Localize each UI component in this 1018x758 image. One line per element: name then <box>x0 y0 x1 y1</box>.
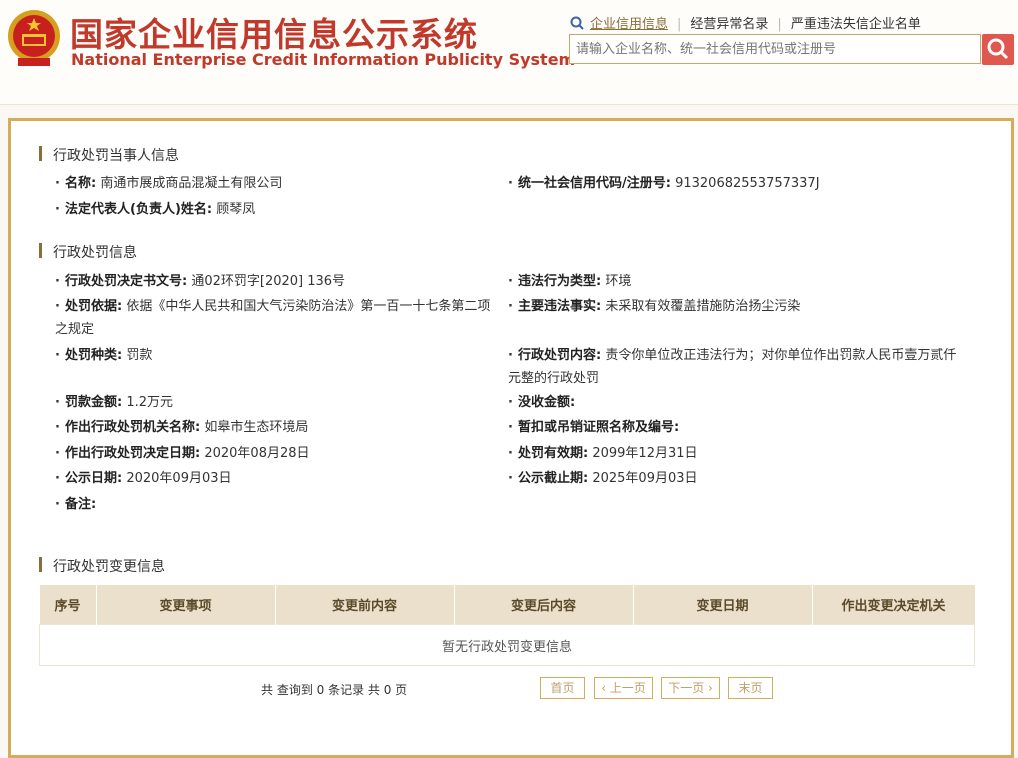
pager-prev-button[interactable]: ‹ 上一页 <box>594 677 653 699</box>
field-value: 2020年09月03日 <box>126 471 232 486</box>
field-remark: · 备注: <box>55 497 97 512</box>
nav-blacklist[interactable]: 严重违法失信企业名单 <box>791 13 921 32</box>
field-value: 2020年08月28日 <box>204 446 310 461</box>
field-label: 主要违法事实: <box>518 299 602 314</box>
field-label: 作出行政处罚机关名称: <box>65 420 201 435</box>
nav-abnormal-list[interactable]: 经营异常名录 <box>690 13 768 32</box>
field-value: 顾琴凤 <box>216 202 256 217</box>
field-value: 未采取有效覆盖措施防治扬尘污染 <box>605 299 801 314</box>
empty-message: 暂无行政处罚变更信息 <box>39 624 975 666</box>
col-header: 作出变更决定机关 <box>812 585 975 625</box>
search-icon <box>570 16 584 30</box>
col-header: 变更事项 <box>96 585 276 625</box>
field-value: 南通市展成商品混凝土有限公司 <box>100 176 283 191</box>
field-publish-date: · 公示日期: 2020年09月03日 <box>55 471 232 486</box>
field-value: 2099年12月31日 <box>592 446 698 461</box>
field-label: 名称: <box>65 176 97 191</box>
field-value: 罚款 <box>126 348 153 363</box>
field-credit-code: · 统一社会信用代码/注册号: 91320682553757337J <box>508 176 820 191</box>
field-label: 备注: <box>65 497 97 512</box>
field-value: 2025年09月03日 <box>592 471 698 486</box>
field-value: 通02环罚字[2020] 136号 <box>191 274 346 289</box>
search-button[interactable] <box>982 34 1014 65</box>
field-label: 处罚种类: <box>65 348 123 363</box>
top-nav: 企业信用信息 | 经营异常名录 | 严重违法失信企业名单 <box>570 13 921 32</box>
col-header: 变更后内容 <box>454 585 634 625</box>
nav-divider: | <box>777 17 782 32</box>
field-decision-no: · 行政处罚决定书文号: 通02环罚字[2020] 136号 <box>55 274 346 289</box>
field-value: 如皋市生态环境局 <box>204 420 309 435</box>
field-publish-end: · 公示截止期: 2025年09月03日 <box>508 471 698 486</box>
field-main-facts: · 主要违法事实: 未采取有效覆盖措施防治扬尘污染 <box>508 299 801 314</box>
field-penalty-content: · 行政处罚内容: 责令你单位改正违法行为；对你单位作出罚款人民币壹万贰仟元整的行… <box>508 348 957 386</box>
field-decision-date: · 作出行政处罚决定日期: 2020年08月28日 <box>55 446 310 461</box>
table-row: 暂无行政处罚变更信息 <box>39 624 975 666</box>
field-fine-amount: · 罚款金额: 1.2万元 <box>55 395 174 410</box>
site-title: 国家企业信用信息公示系统 <box>70 15 478 54</box>
col-header: 变更前内容 <box>275 585 455 625</box>
field-label: 法定代表人(负责人)姓名: <box>65 202 213 217</box>
field-label: 处罚依据: <box>65 299 123 314</box>
field-label: 没收金额: <box>518 395 576 410</box>
national-emblem-icon <box>8 10 60 66</box>
search-input[interactable] <box>570 35 982 63</box>
section-title-penalty: 行政处罚信息 <box>39 242 137 262</box>
field-value: 环境 <box>605 274 632 289</box>
field-violation-type: · 违法行为类型: 环境 <box>508 274 632 289</box>
record-summary: 共 查询到 0 条记录 共 0 页 <box>261 683 408 697</box>
pager-first-button[interactable]: 首页 <box>540 677 585 699</box>
search-box <box>569 34 982 64</box>
field-label: 统一社会信用代码/注册号: <box>518 176 671 191</box>
field-penalty-kind: · 处罚种类: 罚款 <box>55 348 153 363</box>
field-basis: · 处罚依据: 依据《中华人民共和国大气污染防治法》第一百一十七条第二项之规定 <box>55 299 491 337</box>
field-valid-until: · 处罚有效期: 2099年12月31日 <box>508 446 698 461</box>
field-label: 行政处罚决定书文号: <box>65 274 188 289</box>
col-header: 变更日期 <box>633 585 813 625</box>
nav-credit-info[interactable]: 企业信用信息 <box>590 13 668 32</box>
field-legal-rep: · 法定代表人(负责人)姓名: 顾琴凤 <box>55 202 256 217</box>
field-label: 公示日期: <box>65 471 123 486</box>
field-value: 91320682553757337J <box>675 176 820 191</box>
field-label: 处罚有效期: <box>518 446 589 461</box>
section-title-change: 行政处罚变更信息 <box>39 556 165 576</box>
field-confiscated-amount: · 没收金额: <box>508 395 576 410</box>
field-label: 罚款金额: <box>65 395 123 410</box>
section-title-party: 行政处罚当事人信息 <box>39 145 179 165</box>
field-label: 作出行政处罚决定日期: <box>65 446 201 461</box>
nav-divider: | <box>677 17 682 32</box>
search-icon <box>987 38 1009 60</box>
field-label: 违法行为类型: <box>518 274 602 289</box>
field-license: · 暂扣或吊销证照名称及编号: <box>508 420 680 435</box>
field-label: 公示截止期: <box>518 471 589 486</box>
field-authority: · 作出行政处罚机关名称: 如皋市生态环境局 <box>55 420 309 435</box>
field-label: 行政处罚内容: <box>518 348 602 363</box>
col-header: 序号 <box>39 585 97 625</box>
table-header-row: 序号 变更事项 变更前内容 变更后内容 变更日期 作出变更决定机关 <box>39 585 975 625</box>
site-subtitle: National Enterprise Credit Information P… <box>71 50 576 69</box>
pager-last-button[interactable]: 末页 <box>728 677 773 699</box>
field-name: · 名称: 南通市展成商品混凝土有限公司 <box>55 176 283 191</box>
site-header: 国家企业信用信息公示系统 National Enterprise Credit … <box>0 0 1018 105</box>
change-table: 序号 变更事项 变更前内容 变更后内容 变更日期 作出变更决定机关 暂无行政处罚… <box>39 585 975 666</box>
field-value: 1.2万元 <box>126 395 174 410</box>
detail-panel: 行政处罚当事人信息 · 名称: 南通市展成商品混凝土有限公司 · 统一社会信用代码/… <box>8 118 1014 758</box>
pager-next-button[interactable]: 下一页 › <box>661 677 720 699</box>
field-label: 暂扣或吊销证照名称及编号: <box>518 420 680 435</box>
